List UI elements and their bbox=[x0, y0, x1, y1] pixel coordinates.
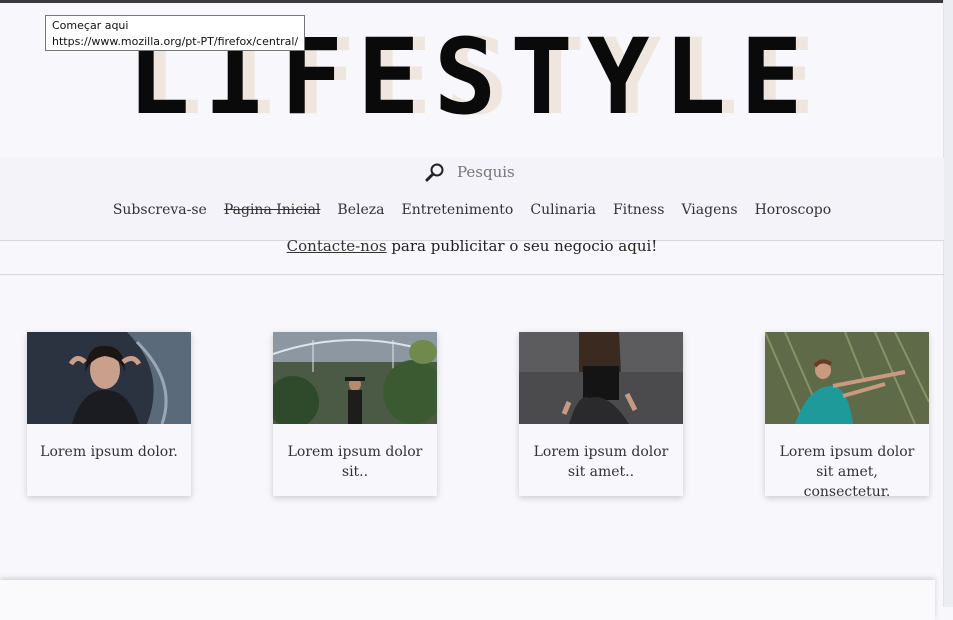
card-image[interactable] bbox=[519, 332, 683, 424]
article-card[interactable]: Lorem ipsum dolor sit amet, consectetur. bbox=[765, 332, 929, 500]
card-caption: Lorem ipsum dolor sit.. bbox=[287, 444, 423, 480]
divider bbox=[0, 274, 944, 275]
promo-banner: Contacte-nos para publicitar o seu negoc… bbox=[0, 237, 944, 255]
nav-item-pagina-inicial[interactable]: Pagina Inicial bbox=[224, 202, 321, 218]
nav-item-fitness[interactable]: Fitness bbox=[613, 202, 665, 218]
nav-item-subscreva[interactable]: Subscreva-se bbox=[113, 202, 207, 218]
tooltip: Começar aqui https://www.mozilla.org/pt-… bbox=[45, 15, 305, 51]
main-nav: Subscreva-se Pagina Inicial Beleza Entre… bbox=[0, 202, 944, 218]
card-caption: Lorem ipsum dolor sit amet, consectetur. bbox=[779, 444, 915, 500]
footer-section bbox=[0, 580, 935, 620]
card-caption: Lorem ipsum dolor sit amet.. bbox=[533, 444, 669, 480]
search-bar[interactable]: Pesquis bbox=[425, 160, 515, 184]
search-input[interactable]: Pesquis bbox=[457, 163, 515, 181]
nav-item-viagens[interactable]: Viagens bbox=[681, 202, 737, 218]
promo-text: para publicitar o seu negocio aqui! bbox=[386, 237, 658, 255]
search-icon[interactable] bbox=[425, 162, 445, 182]
card-image[interactable] bbox=[27, 332, 191, 424]
tooltip-url: https://www.mozilla.org/pt-PT/firefox/ce… bbox=[52, 35, 298, 48]
window-top-border bbox=[0, 0, 953, 3]
tooltip-title: Começar aqui bbox=[52, 19, 129, 32]
scrollbar[interactable] bbox=[943, 0, 953, 607]
nav-item-beleza[interactable]: Beleza bbox=[337, 202, 384, 218]
article-card[interactable]: Lorem ipsum dolor sit.. bbox=[273, 332, 437, 496]
card-caption: Lorem ipsum dolor. bbox=[40, 444, 178, 460]
article-card[interactable]: Lorem ipsum dolor. bbox=[27, 332, 191, 496]
nav-item-culinaria[interactable]: Culinaria bbox=[530, 202, 596, 218]
card-image[interactable] bbox=[273, 332, 437, 424]
article-card[interactable]: Lorem ipsum dolor sit amet.. bbox=[519, 332, 683, 496]
nav-item-horoscopo[interactable]: Horoscopo bbox=[755, 202, 832, 218]
contact-link[interactable]: Contacte-nos bbox=[287, 237, 387, 255]
nav-item-entretenimento[interactable]: Entretenimento bbox=[401, 202, 513, 218]
card-image[interactable] bbox=[765, 332, 929, 424]
